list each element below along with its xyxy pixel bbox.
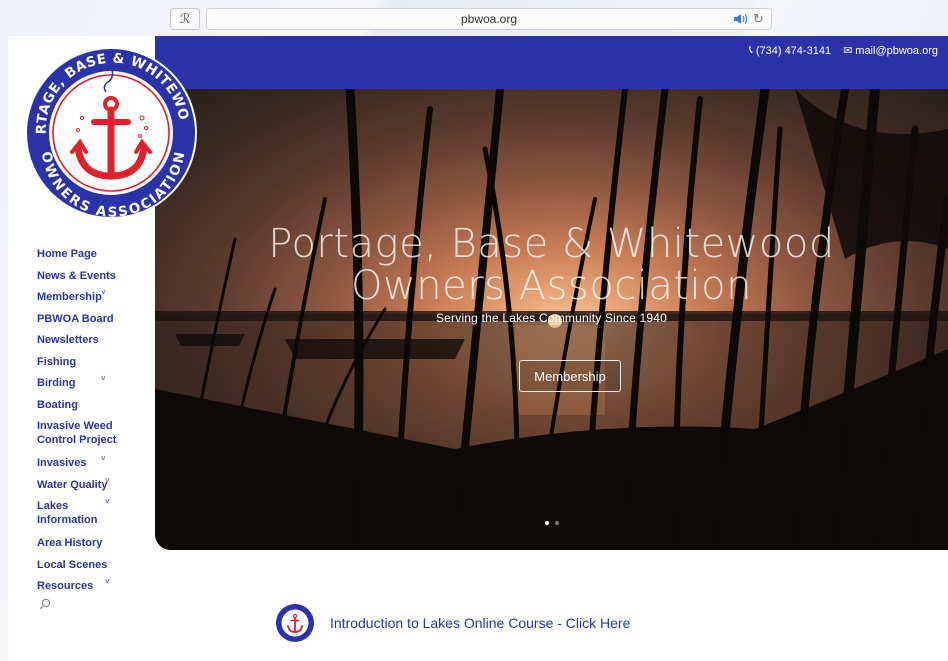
nav-local-scenes[interactable]: Local Scenes — [37, 557, 157, 579]
url-text: pbwoa.org — [460, 12, 518, 26]
email-link[interactable]: ✉︎ mail@pbwoa.org — [843, 44, 938, 58]
nav-label: Water Quality — [37, 478, 108, 491]
online-course-link[interactable]: Introduction to Lakes Online Course - Cl… — [330, 615, 630, 631]
nav-invasives[interactable]: Invasives ˅ — [37, 454, 157, 477]
envelope-icon: ✉︎ — [843, 45, 853, 57]
hero-membership-button[interactable]: Membership — [519, 360, 621, 392]
hero-slider: Portage, Base & Whitewood Owners Associa… — [155, 89, 948, 550]
nav-birding[interactable]: Birding ˅ — [37, 374, 157, 397]
phone-number: (734) 474-3141 — [755, 44, 832, 57]
nav-label: Resources — [37, 580, 94, 592]
slider-dot-2[interactable] — [555, 521, 559, 525]
top-contact-bar: 📞︎ (734) 474-3141 ✉︎ mail@pbwoa.org — [155, 36, 948, 89]
sidebar-nav: Home Page News & Events Membership ˅ PBWO… — [37, 246, 157, 600]
phone-icon: 📞︎ — [748, 44, 753, 56]
chevron-down-icon: ˅ — [105, 475, 110, 485]
reader-button[interactable]: ℛ — [170, 8, 200, 30]
nav-label: Invasive Weed Control Project — [37, 420, 117, 446]
nav-lakes-information[interactable]: Lakes Information ˅ — [37, 497, 110, 535]
nav-fishing[interactable]: Fishing — [37, 354, 157, 376]
hero-title-line1: Portage, Base & Whitewood — [268, 221, 835, 267]
nav-boating[interactable]: Boating — [37, 397, 157, 419]
nav-label: PBWOA Board — [37, 312, 114, 325]
nav-label: Local Scenes — [37, 558, 108, 571]
chevron-down-icon: ˅ — [101, 454, 106, 463]
association-logo[interactable]: PORTAGE, BASE & WHITEWOOD OWNERS ASSOCIA… — [22, 44, 200, 222]
slider-dot-1[interactable] — [545, 521, 549, 525]
nav-water-quality[interactable]: Water Quality ˅ — [37, 475, 157, 499]
nav-label: Boating — [37, 398, 78, 411]
chevron-down-icon: ˅ — [105, 577, 110, 586]
nav-area-history[interactable]: Area History — [37, 535, 157, 557]
nav-board[interactable]: PBWOA Board — [37, 311, 157, 333]
nav-label: News & Events — [37, 269, 116, 282]
nav-label: Membership — [37, 291, 102, 303]
search-icon[interactable] — [39, 598, 51, 610]
nav-resources[interactable]: Resources ˅ — [37, 577, 157, 600]
hero-subtitle: Serving the Lakes Community Since 1940 — [435, 311, 668, 325]
nav-home[interactable]: Home Page — [37, 246, 157, 268]
address-bar[interactable]: pbwoa.org ↻ — [206, 8, 772, 30]
nav-label: Lakes Information — [37, 500, 98, 526]
chevron-down-icon: ˅ — [101, 288, 106, 297]
hero-title-line2: Owners Association — [351, 263, 752, 309]
speaker-icon[interactable] — [731, 10, 749, 28]
nav-label: Birding — [37, 377, 76, 389]
reload-icon[interactable]: ↻ — [753, 10, 769, 28]
nav-invasive-weed[interactable]: Invasive Weed Control Project — [37, 418, 119, 455]
nav-membership[interactable]: Membership ˅ — [37, 288, 157, 311]
nav-newsletters[interactable]: Newsletters — [37, 332, 157, 354]
nav-label: Fishing — [37, 355, 77, 368]
nav-label: Newsletters — [37, 334, 99, 346]
nav-label: Invasives — [37, 457, 87, 469]
email-address: mail@pbwoa.org — [855, 44, 938, 57]
reader-icon: ℛ — [179, 11, 191, 27]
course-logo-icon[interactable] — [275, 603, 315, 643]
phone-link[interactable]: 📞︎ (734) 474-3141 — [749, 44, 831, 57]
nav-label: Home Page — [37, 248, 97, 260]
chevron-down-icon: ˅ — [105, 497, 110, 506]
nav-label: Area History — [37, 537, 103, 549]
nav-news-events[interactable]: News & Events — [37, 268, 157, 290]
contact-info: 📞︎ (734) 474-3141 ✉︎ mail@pbwoa.org — [749, 44, 938, 57]
chevron-down-icon: ˅ — [101, 374, 106, 383]
